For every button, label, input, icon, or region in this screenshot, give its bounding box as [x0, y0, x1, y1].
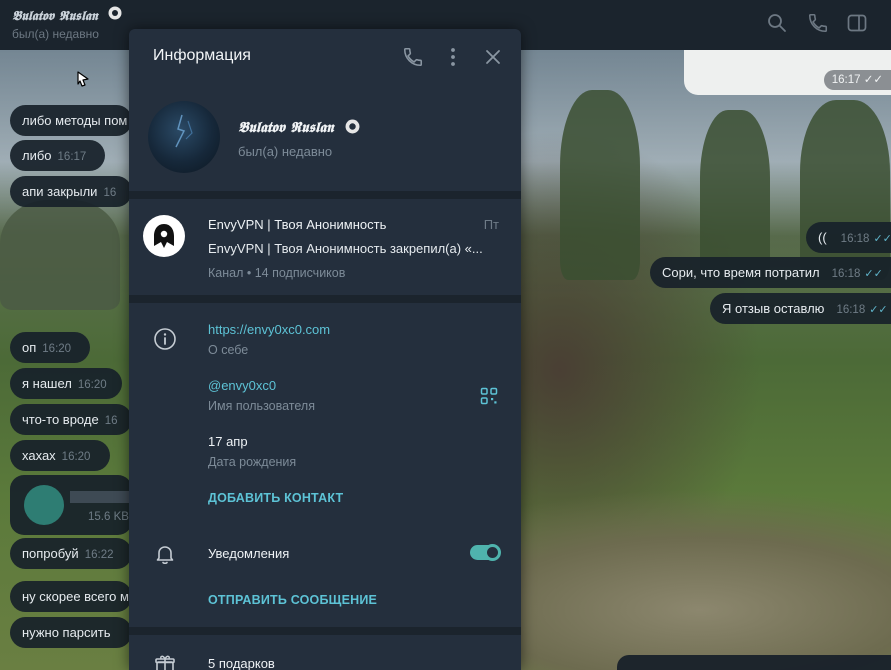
qr-code-icon[interactable]	[480, 387, 498, 405]
message-time: 16:17	[57, 151, 87, 163]
incoming-message[interactable]: апи закрыли 16	[10, 176, 132, 207]
read-ticks-icon: ✓✓	[873, 233, 891, 245]
incoming-message[interactable]: либо методы пом	[10, 105, 132, 136]
file-name-placeholder	[70, 491, 130, 503]
message-text: ((	[818, 230, 827, 245]
message-time-stamp: 16:17 ✓✓	[823, 70, 891, 90]
incoming-message[interactable]: нужно парсить	[10, 617, 132, 648]
wallpaper-vehicle	[0, 200, 120, 310]
message-time: 16:18	[840, 233, 870, 245]
message-time: 16:20	[77, 379, 107, 391]
send-message-button[interactable]: ОТПРАВИТЬ СООБЩЕНИЕ	[208, 593, 377, 607]
username-label: Имя пользователя	[208, 399, 315, 413]
incoming-file-message[interactable]: 15.6 KB	[10, 475, 132, 535]
chat-header-name-text: 𝕭𝖚𝖑𝖆𝖙𝖔𝖛 𝕽𝖚𝖘𝖑𝖆𝖓	[12, 9, 98, 24]
section-divider	[129, 627, 521, 635]
section-divider	[129, 191, 521, 199]
message-text: апи закрыли	[22, 184, 98, 199]
outgoing-message-image[interactable]: 16:17 ✓✓	[684, 50, 891, 95]
message-text: хахах	[22, 448, 56, 463]
read-ticks-icon: ✓✓	[863, 74, 883, 86]
profile-status: был(а) недавно	[238, 144, 333, 159]
emoji-status-icon[interactable]	[345, 119, 360, 138]
profile-name: 𝕭𝖚𝖑𝖆𝖙𝖔𝖛 𝕽𝖚𝖘𝖑𝖆𝖓	[238, 119, 360, 138]
user-info-panel: Информация 𝕭𝖚𝖑𝖆𝖙𝖔𝖛 𝕽𝖚𝖘𝖑𝖆𝖓 был(а) недавно…	[129, 29, 521, 670]
chat-header-name[interactable]: 𝕭𝖚𝖑𝖆𝖙𝖔𝖛 𝕽𝖚𝖘𝖑𝖆𝖓	[12, 6, 122, 24]
channel-meta: Канал • 14 подписчиков	[208, 266, 346, 280]
avatar[interactable]	[148, 101, 220, 173]
phone-icon[interactable]	[402, 46, 424, 68]
search-icon[interactable]	[766, 12, 788, 34]
incoming-message[interactable]: попробуй 16:22	[10, 538, 132, 569]
channel-last-message: EnvyVPN | Твоя Анонимность закрепил(а) «…	[208, 241, 483, 256]
panel-title: Информация	[153, 47, 251, 64]
message-time: 16:18	[836, 304, 866, 316]
emoji-status-icon	[108, 6, 122, 24]
wallpaper-tree	[560, 90, 640, 280]
notifications-label: Уведомления	[208, 546, 290, 561]
message-text: попробуй	[22, 546, 79, 561]
chat-header-status: был(а) недавно	[12, 27, 99, 41]
message-time: 16:18	[831, 268, 861, 280]
message-time: 16	[104, 415, 118, 427]
message-text: Я отзыв оставлю	[722, 301, 825, 316]
sidebar-toggle-icon[interactable]	[846, 12, 868, 34]
message-time: 16:17	[831, 74, 861, 86]
incoming-message[interactable]: я нашел 16:20	[10, 368, 122, 399]
more-vertical-icon[interactable]	[442, 46, 464, 68]
section-divider	[129, 295, 521, 303]
info-icon	[153, 327, 177, 351]
incoming-message[interactable]: ну скорее всего м	[10, 581, 132, 612]
read-ticks-icon: ✓✓	[864, 268, 883, 280]
file-size: 15.6 KB	[88, 511, 129, 523]
bio-link[interactable]: https://envy0xc0.com	[208, 322, 330, 337]
phone-icon[interactable]	[807, 12, 829, 34]
channel-title: EnvyVPN | Твоя Анонимность	[208, 217, 387, 232]
channel-avatar	[143, 215, 185, 257]
notifications-toggle[interactable]	[470, 544, 501, 561]
message-time: 16:22	[84, 549, 114, 561]
message-text: оп	[22, 340, 37, 355]
outgoing-message[interactable]: (( 16:18 ✓✓	[806, 222, 891, 253]
toggle-knob	[484, 544, 501, 561]
channel-date: Пт	[483, 217, 499, 232]
wallpaper-tree	[700, 110, 770, 280]
incoming-message[interactable]: либо 16:17	[10, 140, 105, 171]
bell-icon	[153, 542, 177, 566]
message-text: ну скорее всего м	[22, 589, 129, 604]
username-link[interactable]: @envy0xc0	[208, 378, 276, 393]
mouse-cursor-icon	[76, 70, 90, 88]
birthday-value: 17 апр	[208, 434, 248, 449]
outgoing-message[interactable]: Сори, что время потратил 16:18 ✓✓	[650, 257, 891, 288]
message-time: 16:20	[61, 451, 91, 463]
message-text: я нашел	[22, 376, 72, 391]
incoming-message[interactable]: что-то вроде 16	[10, 404, 132, 435]
outgoing-message[interactable]: Я отзыв оставлю 16:18 ✓✓	[710, 293, 891, 324]
message-text: нужно парсить	[22, 625, 111, 640]
message-time: 16	[103, 187, 117, 199]
wallpaper-tree	[800, 100, 890, 280]
gift-icon	[153, 652, 177, 670]
message-text: Сори, что время потратил	[662, 265, 820, 280]
bio-label: О себе	[208, 343, 249, 357]
read-ticks-icon: ✓✓	[869, 304, 888, 316]
message-text: либо методы пом	[22, 113, 128, 128]
file-thumbnail	[24, 485, 64, 525]
message-time: 16:20	[42, 343, 72, 355]
incoming-message[interactable]: хахах 16:20	[10, 440, 110, 471]
close-icon[interactable]	[482, 46, 504, 68]
profile-name-text: 𝕭𝖚𝖑𝖆𝖙𝖔𝖛 𝕽𝖚𝖘𝖑𝖆𝖓	[238, 119, 334, 136]
birthday-label: Дата рождения	[208, 455, 297, 469]
gifts-count[interactable]: 5 подарков	[208, 656, 275, 670]
outgoing-message-partial[interactable]	[617, 655, 891, 670]
message-text: либо	[22, 148, 52, 163]
message-text: что-то вроде	[22, 412, 99, 427]
add-contact-button[interactable]: ДОБАВИТЬ КОНТАКТ	[208, 491, 343, 505]
incoming-message[interactable]: оп 16:20	[10, 332, 90, 363]
